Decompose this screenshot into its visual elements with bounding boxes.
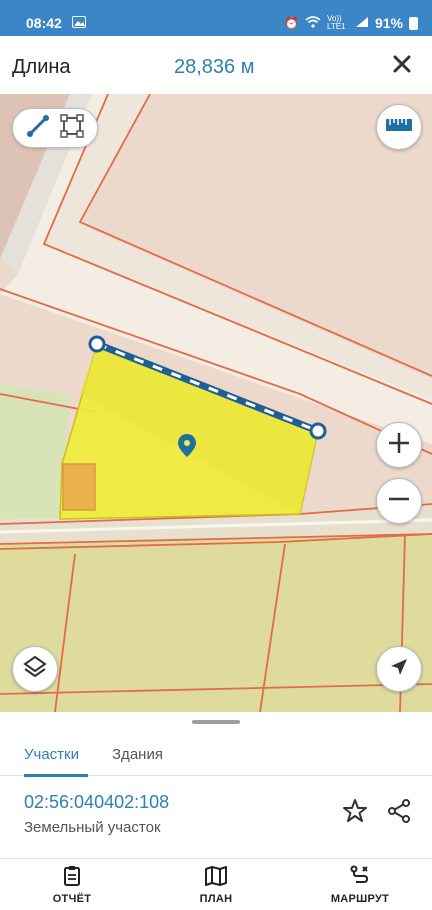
map-icon bbox=[205, 866, 227, 886]
measure-point-start bbox=[88, 335, 106, 353]
route-icon bbox=[350, 865, 369, 883]
nav-plan-label: ПЛАН bbox=[199, 893, 233, 905]
share-icon[interactable] bbox=[386, 798, 412, 824]
measure-point-end bbox=[309, 422, 327, 440]
navigation-arrow-icon bbox=[388, 656, 410, 683]
measure-toolbar: Длина 28,836 м bbox=[0, 36, 432, 94]
status-icons: ⏰ Vo)) LTE1 91% bbox=[284, 15, 418, 31]
my-location-button[interactable] bbox=[376, 646, 422, 692]
bottom-navigation: ОТЧЁТ ПЛАН МАРШРУТ bbox=[0, 858, 432, 910]
measure-mode-title: Длина bbox=[12, 56, 71, 78]
status-time: 08:42 bbox=[26, 15, 62, 31]
tab-parcels[interactable]: Участки bbox=[24, 746, 79, 763]
parcel-type: Земельный участок bbox=[24, 819, 161, 836]
map-view[interactable] bbox=[0, 94, 432, 712]
minus-icon bbox=[386, 486, 412, 517]
nav-report-label: ОТЧЁТ bbox=[52, 893, 92, 905]
battery-icon bbox=[409, 16, 418, 30]
wifi-icon bbox=[305, 15, 321, 31]
plus-icon bbox=[386, 430, 412, 461]
nav-report[interactable]: ОТЧЁТ bbox=[22, 863, 122, 907]
tab-buildings[interactable]: Здания bbox=[112, 746, 163, 763]
ruler-icon bbox=[385, 117, 413, 138]
layers-button[interactable] bbox=[12, 646, 58, 692]
network-label: Vo)) LTE1 bbox=[326, 14, 346, 31]
zoom-out-button[interactable] bbox=[376, 478, 422, 524]
nav-route[interactable]: МАРШРУТ bbox=[310, 863, 410, 907]
battery-level: 91% bbox=[374, 15, 403, 31]
nav-route-label: МАРШРУТ bbox=[330, 893, 390, 905]
sheet-drag-handle[interactable] bbox=[192, 720, 240, 724]
nav-plan[interactable]: ПЛАН bbox=[166, 863, 266, 907]
sheet-tabs: Участки Здания bbox=[0, 728, 432, 777]
alarm-icon: ⏰ bbox=[284, 16, 299, 30]
gallery-notification-icon bbox=[72, 15, 86, 31]
line-measure-icon[interactable] bbox=[25, 113, 51, 144]
zoom-in-button[interactable] bbox=[376, 422, 422, 468]
layers-icon bbox=[22, 654, 48, 685]
area-measure-icon[interactable] bbox=[59, 113, 85, 144]
report-icon bbox=[64, 866, 80, 886]
status-bar: 08:42 ⏰ Vo)) LTE1 91% bbox=[0, 0, 432, 36]
parcel-info-sheet: Участки Здания 02:56:040402:108 Земельны… bbox=[0, 712, 432, 858]
map-canvas bbox=[0, 94, 432, 712]
building-footprint bbox=[62, 463, 96, 511]
measure-value: 28,836 м bbox=[174, 56, 255, 78]
signal-icon bbox=[355, 16, 369, 31]
measure-tool-toggle bbox=[12, 108, 98, 148]
star-icon[interactable] bbox=[342, 798, 368, 824]
ruler-button[interactable] bbox=[376, 104, 422, 150]
close-icon[interactable] bbox=[390, 52, 414, 76]
active-tab-indicator bbox=[24, 774, 88, 777]
cadastral-number[interactable]: 02:56:040402:108 bbox=[24, 792, 169, 813]
